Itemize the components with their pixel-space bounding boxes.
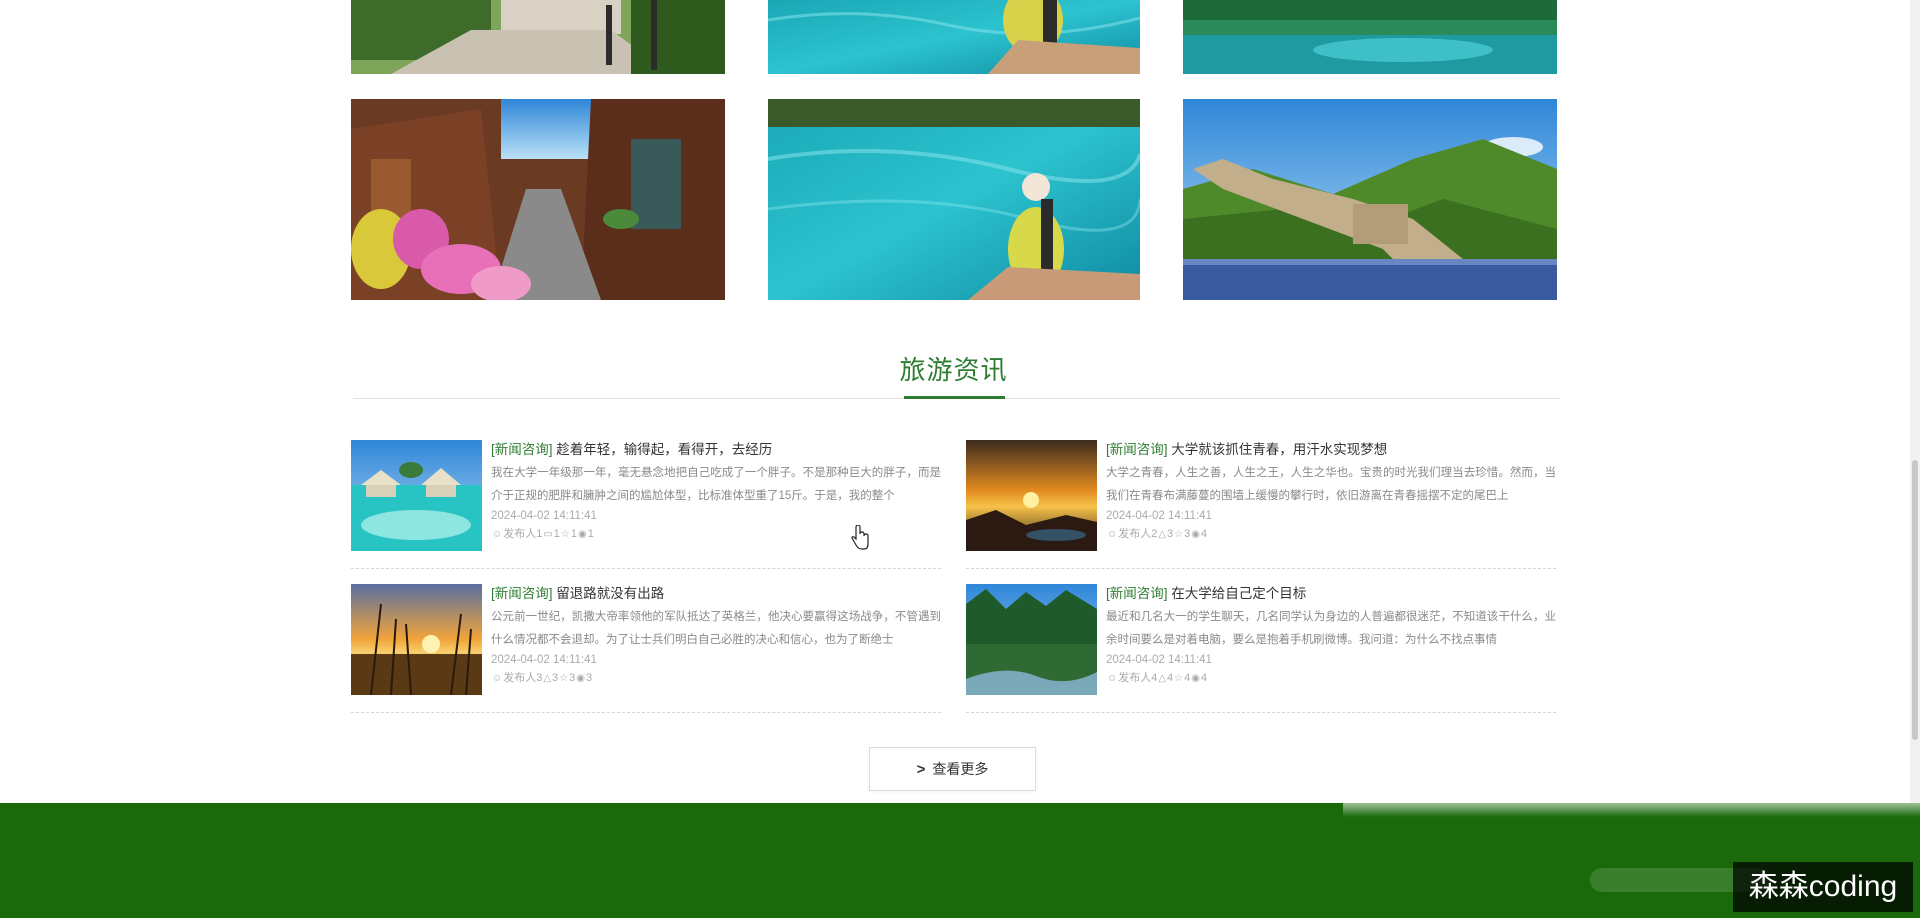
news-count-2: 3 [1184, 528, 1191, 540]
news-date: 2024-04-02 14:11:41 [491, 510, 597, 522]
news-date: 2024-04-02 14:11:41 [1106, 510, 1212, 522]
news-title[interactable]: [新闻咨询] 在大学给自己定个目标 [1106, 584, 1556, 604]
user-icon: ☺ [492, 529, 503, 540]
news-title-text[interactable]: 在大学给自己定个目标 [1171, 586, 1306, 601]
like-icon: △ [543, 673, 552, 684]
star-icon: ☆ [1174, 529, 1184, 540]
view-icon: ◉ [578, 529, 587, 540]
news-author: 发布人1 [503, 528, 543, 540]
news-summary: 公元前一世纪，凯撒大帝率领他的军队抵达了英格兰，他决心要赢得这场战争，不管遇到什… [491, 611, 941, 646]
star-icon: ☆ [1174, 673, 1184, 684]
news-summary: 我在大学一年级那一年，毫无悬念地把自己吃成了一个胖子。不是那种巨大的胖子，而是介… [491, 467, 941, 502]
news-item[interactable]: [新闻咨询] 留退路就没有出路 公元前一世纪，凯撒大帝率领他的军队抵达了英格兰，… [351, 584, 941, 713]
news-count-2: 1 [570, 528, 578, 540]
gallery-image-lake-reflection-top[interactable] [1183, 0, 1557, 74]
news-count-2: 4 [1184, 672, 1191, 684]
news-title-text[interactable]: 大学就该抓住青春，用汗水实现梦想 [1171, 442, 1387, 457]
news-count-3: 4 [1201, 528, 1208, 540]
like-icon: ☆ [560, 529, 570, 540]
news-tag: [新闻咨询] [1106, 442, 1168, 457]
news-item[interactable]: [新闻咨询] 在大学给自己定个目标 最近和几名大一的学生聊天，几名同学认为身边的… [966, 584, 1556, 713]
view-more-button[interactable]: > 查看更多 [869, 747, 1036, 791]
news-thumbnail[interactable] [351, 584, 482, 695]
news-summary: 大学之青春，人生之善，人生之王，人生之华也。宝贵的时光我们理当去珍惜。然而，当我… [1106, 467, 1556, 502]
news-item[interactable]: [新闻咨询] 大学就该抓住青春，用汗水实现梦想 大学之青春，人生之善，人生之王，… [966, 440, 1556, 569]
news-count-1: 4 [1167, 672, 1174, 684]
news-title[interactable]: [新闻咨询] 大学就该抓住青春，用汗水实现梦想 [1106, 440, 1556, 460]
gallery-image-street-top[interactable] [351, 0, 725, 74]
gallery-image-blue-lake[interactable] [768, 99, 1140, 300]
footer [0, 803, 1920, 918]
gallery-image-lake-woman-top[interactable] [768, 0, 1140, 74]
news-count-3: 3 [586, 672, 593, 684]
news-title[interactable]: [新闻咨询] 趁着年轻，输得起，看得开，去经历 [491, 440, 941, 460]
like-icon: △ [1158, 673, 1167, 684]
chevron-right-icon: > [916, 761, 926, 778]
news-date: 2024-04-02 14:11:41 [1106, 654, 1212, 666]
news-count-1: 1 [553, 528, 560, 540]
section-title: 旅游资讯 [899, 355, 1008, 385]
star-icon: ☆ [559, 673, 569, 684]
user-icon: ☺ [1107, 673, 1118, 684]
news-meta: ☺发布人4△4☆4◉4 [1106, 668, 1556, 689]
title-underline [904, 396, 1005, 399]
footer-overlay [1343, 793, 1920, 817]
news-title[interactable]: [新闻咨询] 留退路就没有出路 [491, 584, 941, 604]
news-count-1: 3 [1167, 528, 1174, 540]
news-author: 发布人2 [1118, 528, 1158, 540]
news-thumbnail[interactable] [351, 440, 482, 551]
view-icon: ◉ [576, 673, 585, 684]
news-count-1: 3 [552, 672, 559, 684]
view-icon: ◉ [1191, 529, 1200, 540]
news-meta: ☺发布人2△3☆3◉4 [1106, 524, 1556, 545]
news-author: 发布人4 [1118, 672, 1158, 684]
watermark: 森森coding [1733, 862, 1913, 912]
comment-icon: ▭ [543, 529, 553, 540]
news-title-text[interactable]: 留退路就没有出路 [556, 586, 664, 601]
news-date: 2024-04-02 14:11:41 [491, 654, 597, 666]
user-icon: ☺ [1107, 529, 1118, 540]
news-meta: ☺发布人3△3☆3◉3 [491, 668, 941, 689]
news-author: 发布人3 [503, 672, 543, 684]
news-meta: ☺发布人1▭1☆1◉1 [491, 524, 941, 545]
view-icon: ◉ [1191, 673, 1200, 684]
news-count-3: 1 [587, 528, 594, 540]
like-icon: △ [1158, 529, 1167, 540]
gallery-image-ancient-town[interactable] [351, 99, 725, 300]
news-thumbnail[interactable] [966, 440, 1097, 551]
view-more-label: 查看更多 [932, 761, 989, 777]
news-tag: [新闻咨询] [491, 442, 553, 457]
user-icon: ☺ [492, 673, 503, 684]
news-summary: 最近和几名大一的学生聊天，几名同学认为身边的人普遍都很迷茫，不知道该干什么，业余… [1106, 611, 1556, 646]
hand-cursor-icon [850, 524, 870, 551]
gallery-image-great-wall[interactable] [1183, 99, 1557, 300]
news-count-3: 4 [1201, 672, 1208, 684]
news-tag: [新闻咨询] [491, 586, 553, 601]
scrollbar-thumb[interactable] [1912, 460, 1918, 740]
news-tag: [新闻咨询] [1106, 586, 1168, 601]
news-thumbnail[interactable] [966, 584, 1097, 695]
news-count-2: 3 [569, 672, 576, 684]
news-title-text[interactable]: 趁着年轻，输得起，看得开，去经历 [556, 442, 772, 457]
